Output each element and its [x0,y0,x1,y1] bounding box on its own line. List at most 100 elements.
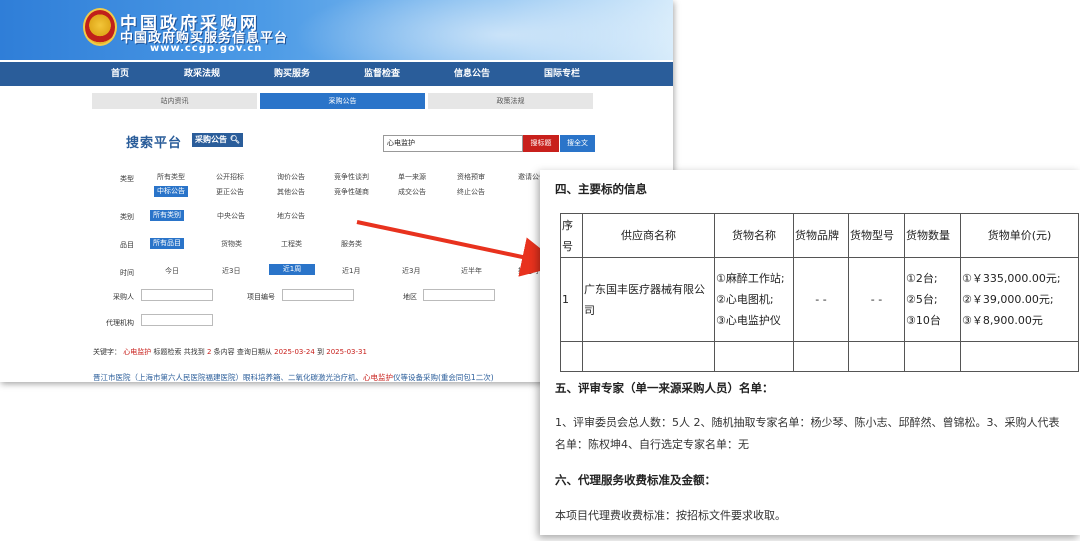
filter-category-option[interactable]: 地方公告 [277,211,305,221]
empty-cell [560,341,583,372]
nav-purchase-services[interactable]: 购买服务 [274,62,310,86]
filter-type-option[interactable]: 终止公告 [457,187,485,197]
filter-type-option[interactable]: 询价公告 [277,172,305,182]
filter-type-option[interactable]: 竞争性磋商 [334,187,369,197]
search-logo-badge: 采购公告 🔍︎ [192,133,243,147]
bid-document-screenshot: 四、主要标的信息 序号 供应商名称 货物名称 货物品牌 货物型号 货物数量 货物… [540,170,1080,535]
row-goods-line: ①麻醉工作站; [716,272,785,285]
empty-cell [582,341,715,372]
filter-type-option[interactable]: 公开招标 [216,172,244,182]
filter-time-option[interactable]: 今日 [165,266,179,276]
empty-cell [904,341,961,372]
keyword-value: 心电监护 [123,348,152,356]
table-header: 货物数量 [904,213,961,258]
tab-policy-laws[interactable]: 政策法规 [428,93,593,109]
nav-regulations[interactable]: 政采法规 [184,62,220,86]
section6-body: 本项目代理费收费标准：按招标文件要求收取。 [555,509,786,522]
region-field[interactable] [423,289,495,301]
filter-type-option[interactable]: 竞争性谈判 [334,172,369,182]
row-goods-line: ③心电监护仪 [716,314,781,327]
table-header: 货物品牌 [793,213,849,258]
row-supplier: 广东国丰医疗器械有限公司 [582,257,715,342]
empty-cell [848,341,905,372]
filter-type-option-selected[interactable]: 中标公告 [154,186,188,197]
filter-type-option[interactable]: 单一来源 [398,172,426,182]
search-input[interactable]: 心电监护 [383,135,523,152]
filter-item-label: 品目 [120,241,134,249]
table-header: 货物单价(元) [960,213,1079,258]
result-summary: 关键字： 心电监护 标题检索 共找到 2 条内容 查询日期从 2025-03-2… [93,347,367,357]
filter-type-option[interactable]: 所有类型 [157,172,185,182]
filter-category-option[interactable]: 中央公告 [217,211,245,221]
summary-text-b: 条内容 查询日期从 [213,348,272,356]
row-price-line: ①￥335,000.00元; [962,272,1061,285]
summary-text-c: 到 [317,348,325,356]
filter-time-option[interactable]: 近3月 [402,266,420,276]
empty-cell [714,341,794,372]
table-header: 货物名称 [714,213,794,258]
tab-procurement-notice[interactable]: 采购公告 [260,93,425,109]
result-link-highlight: 心电监护 [363,373,393,382]
row-price-line: ②￥39,000.00元; [962,293,1054,306]
section5-body: 1、评审委员会总人数：5人 2、随机抽取专家名单：杨少琴、陈小志、邱醉然、曾锦松… [555,416,1060,451]
date-from: 2025-03-24 [274,348,315,356]
result-link-text-b: 仪等设备采购(重会同包1二次) [393,373,494,382]
filter-type-option[interactable]: 资格预审 [457,172,485,182]
filter-item-option[interactable]: 工程类 [281,239,302,249]
row-goods-line: ②心电图机; [716,293,774,306]
row-quantity-line: ①2台; [906,272,938,285]
filter-time-option[interactable]: 指定时 [518,266,539,276]
search-fulltext-button[interactable]: 搜全文 [560,135,595,152]
row-price-line: ③￥8,900.00元 [962,314,1043,327]
filter-category-label: 类别 [120,213,134,221]
search-title-button[interactable]: 搜标题 [523,135,559,152]
search-logo-text: 搜索平台 [126,136,183,151]
row-quantity: ①2台; ②5台; ③10台 [904,257,961,342]
site-domain: www.ccgp.gov.cn [150,43,263,54]
purchaser-label: 采购人 [113,293,134,301]
filter-time-option[interactable]: 近1月 [342,266,360,276]
filter-time-option-selected[interactable]: 近1周 [269,264,315,275]
result-link[interactable]: 晋江市医院（上海市第六人民医院福建医院）眼科培养箱、二氧化碳激光治疗机、心电监护… [93,372,494,382]
search-icon: 🔍︎ [229,135,240,144]
sub-tabs: 站内资讯 采购公告 政策法规 [92,93,593,109]
agency-field[interactable] [141,314,213,326]
row-no: 1 [560,257,583,342]
banner-decoration [293,0,673,60]
filter-type-option[interactable]: 更正公告 [216,187,244,197]
table-header: 供应商名称 [582,213,715,258]
filter-time-option[interactable]: 近半年 [461,266,482,276]
filter-category-option-selected[interactable]: 所有类别 [150,210,184,221]
filter-item-option[interactable]: 服务类 [341,239,362,249]
summary-text-a: 标题检索 共找到 [153,348,205,356]
purchaser-field[interactable] [141,289,213,301]
row-brand: - - [793,257,849,342]
project-no-field[interactable] [282,289,354,301]
filter-item-option-selected[interactable]: 所有品目 [150,238,184,249]
empty-cell [960,341,1079,372]
filter-type-option[interactable]: 其他公告 [277,187,305,197]
nav-announcements[interactable]: 信息公告 [454,62,490,86]
filter-type-option[interactable]: 成交公告 [398,187,426,197]
filter-time-label: 时间 [120,269,134,277]
row-quantity-line: ③10台 [906,314,941,327]
nav-home[interactable]: 首页 [111,62,129,86]
national-emblem-icon [83,8,117,46]
filter-item-option[interactable]: 货物类 [221,239,242,249]
row-model: - - [848,257,905,342]
section6-title: 六、代理服务收费标准及金额： [555,473,716,487]
empty-cell [793,341,849,372]
section4-title: 四、主要标的信息 [555,182,647,196]
bid-table: 序号 供应商名称 货物名称 货物品牌 货物型号 货物数量 货物单价(元) 1 广… [560,213,1079,372]
filter-time-option[interactable]: 近3日 [222,266,240,276]
table-row-empty [560,341,1079,372]
nav-international[interactable]: 国际专栏 [544,62,580,86]
nav-supervision[interactable]: 监督检查 [364,62,400,86]
search-logo-badge-label: 采购公告 [195,135,227,144]
table-header-row: 序号 供应商名称 货物名称 货物品牌 货物型号 货物数量 货物单价(元) [560,213,1079,258]
table-header: 货物型号 [848,213,905,258]
tab-site-news[interactable]: 站内资讯 [92,93,257,109]
project-no-label: 项目编号 [247,293,275,301]
date-to: 2025-03-31 [326,348,367,356]
result-count: 2 [206,348,212,356]
